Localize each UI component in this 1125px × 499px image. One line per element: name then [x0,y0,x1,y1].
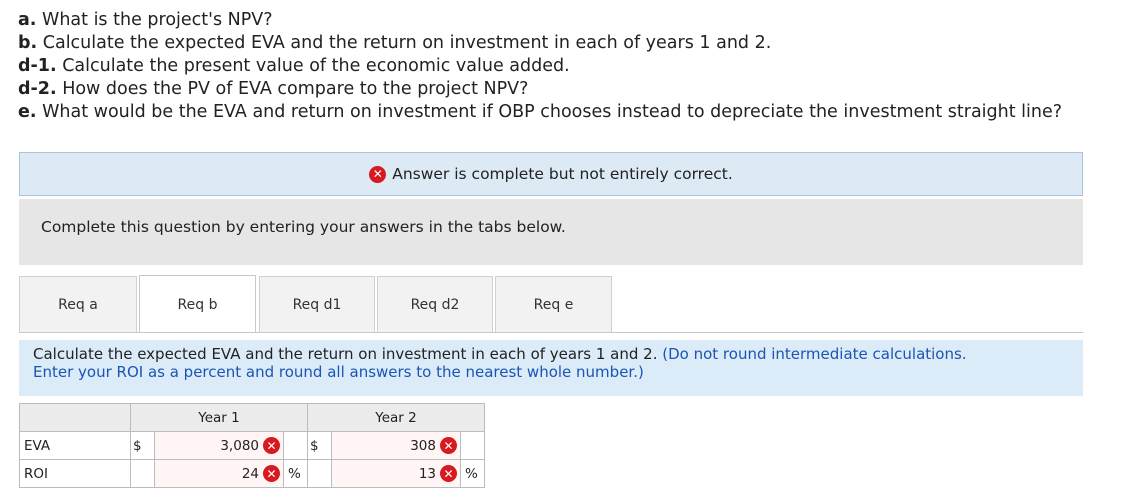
instructions-header: Complete this question by entering your … [19,199,1083,265]
question-text: What would be the EVA and return on inve… [36,102,1063,122]
suffix-cell [460,431,485,460]
instructions-panel: Calculate the expected EVA and the retur… [19,340,1083,396]
currency-symbol [130,459,155,488]
tab-req-d1[interactable]: Req d1 [259,276,375,332]
question-text: How does the PV of EVA compare to the pr… [56,79,529,99]
roi-year2-value: 13 [418,465,436,482]
suffix-cell [283,431,308,460]
tab-label: Req e [533,296,574,313]
x-icon: ✕ [263,465,280,482]
tab-label: Req d2 [410,296,460,313]
instructions-note-2: Enter your ROI as a percent and round al… [33,363,644,381]
question-label: e. [18,102,37,122]
question-d2: d-2. How does the PV of EVA compare to t… [18,78,1062,101]
table-row-eva: EVA $ 3,080 ✕ $ 308 ✕ [19,431,485,460]
roi-year2-input[interactable]: 13 ✕ [331,459,461,488]
answer-status-banner: ✕ Answer is complete but not entirely co… [19,152,1083,196]
question-label: b. [18,33,38,53]
instructions-header-text: Complete this question by entering your … [41,218,566,236]
eva-year2-value: 308 [410,437,436,454]
header-year1: Year 1 [130,403,308,432]
currency-symbol [307,459,332,488]
row-label: EVA [19,431,131,460]
question-text: Calculate the present value of the econo… [56,56,570,76]
question-b: b. Calculate the expected EVA and the re… [18,32,1062,55]
tab-label: Req d1 [292,296,342,313]
tab-req-b[interactable]: Req b [139,275,256,333]
x-icon: ✕ [440,465,457,482]
x-icon: ✕ [369,165,387,183]
header-blank [19,403,131,432]
question-label: d-2. [18,79,57,99]
roi-year1-input[interactable]: 24 ✕ [154,459,284,488]
eva-year2-input[interactable]: 308 ✕ [331,431,461,460]
question-label: a. [18,10,37,30]
question-a: a. What is the project's NPV? [18,9,1062,32]
header-year2: Year 2 [307,403,485,432]
eva-year1-input[interactable]: 3,080 ✕ [154,431,284,460]
answer-table: Year 1 Year 2 EVA $ 3,080 ✕ $ 308 ✕ ROI 24… [19,403,485,488]
table-row-roi: ROI 24 ✕ % 13 ✕ % [19,459,485,488]
question-text: Calculate the expected EVA and the retur… [37,33,772,53]
question-e: e. What would be the EVA and return on i… [18,101,1062,124]
tab-label: Req b [177,296,218,313]
instructions-main: Calculate the expected EVA and the retur… [33,345,658,363]
eva-year1-value: 3,080 [220,437,259,454]
tab-label: Req a [58,296,98,313]
question-text: What is the project's NPV? [36,10,273,30]
tab-req-e[interactable]: Req e [495,276,612,332]
row-label: ROI [19,459,131,488]
roi-year1-value: 24 [241,465,259,482]
question-d1: d-1. Calculate the present value of the … [18,55,1062,78]
currency-symbol: $ [130,431,155,460]
currency-symbol: $ [307,431,332,460]
tabs-divider [19,332,1083,333]
table-header-row: Year 1 Year 2 [19,403,485,432]
tab-req-d2[interactable]: Req d2 [377,276,493,332]
percent-symbol: % [460,459,485,488]
x-icon: ✕ [440,437,457,454]
instructions-note: (Do not round intermediate calculations. [662,345,967,363]
tab-req-a[interactable]: Req a [19,276,137,332]
question-list: a. What is the project's NPV? b. Calcula… [18,9,1062,124]
x-icon: ✕ [263,437,280,454]
percent-symbol: % [283,459,308,488]
answer-status-text: Answer is complete but not entirely corr… [392,165,733,183]
question-label: d-1. [18,56,57,76]
